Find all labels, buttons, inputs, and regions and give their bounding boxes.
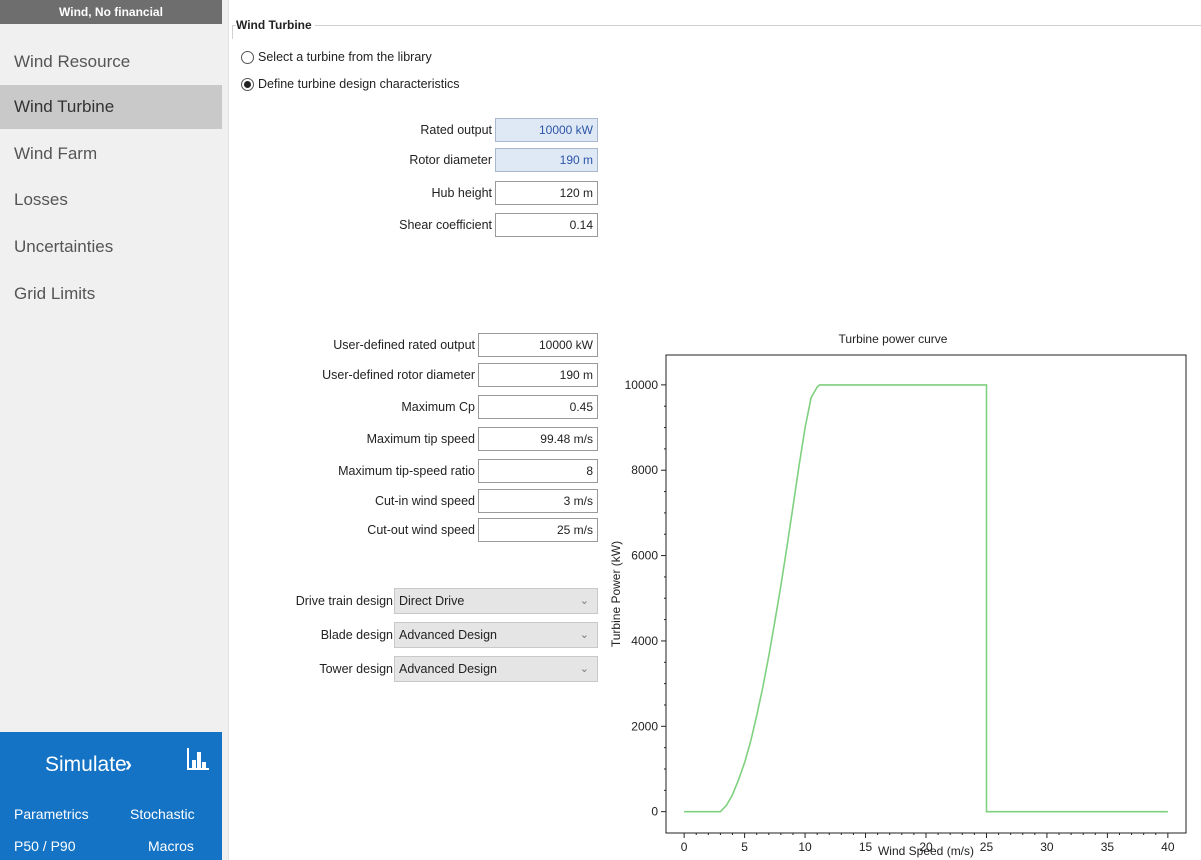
- maximum-tip-speed-ratio-label: Maximum tip-speed ratio: [338, 464, 475, 478]
- power-curve-line: [684, 384, 1168, 813]
- y-axis-label: Turbine Power (kW): [609, 541, 623, 647]
- x-tick-label: 0: [681, 840, 688, 854]
- y-tick-label: 0: [651, 805, 658, 819]
- plot-area: [665, 354, 1187, 834]
- radio-define-design[interactable]: Define turbine design characteristics: [241, 77, 460, 91]
- radio-button[interactable]: [241, 50, 254, 64]
- x-tick-label: 15: [859, 840, 873, 854]
- rated-output-field[interactable]: 10000 kW: [495, 118, 598, 142]
- user-rotor-diameter-field[interactable]: 190 m: [478, 363, 598, 387]
- blade-design-value: Advanced Design: [399, 628, 497, 642]
- stochastic-link[interactable]: Stochastic: [130, 804, 195, 824]
- bar-chart-icon[interactable]: [185, 746, 211, 772]
- user-rated-output-field[interactable]: 10000 kW: [478, 333, 598, 357]
- rotor-diameter-field[interactable]: 190 m: [495, 148, 598, 172]
- blade-design-label: Blade design: [320, 628, 393, 642]
- x-tick-label: 5: [741, 840, 748, 854]
- radio-select-library[interactable]: Select a turbine from the library: [241, 50, 432, 64]
- x-tick-label: 25: [980, 840, 994, 854]
- radio-select-library-label: Select a turbine from the library: [258, 50, 432, 64]
- group-border-left: [232, 25, 233, 39]
- maximum-tip-speed-field[interactable]: 99.48 m/s: [478, 427, 598, 451]
- maximum-cp-field[interactable]: 0.45: [478, 395, 598, 419]
- maximum-cp-label: Maximum Cp: [401, 400, 475, 414]
- group-title: Wind Turbine: [236, 18, 315, 32]
- parametrics-link[interactable]: Parametrics: [14, 804, 89, 824]
- chart-title: Turbine power curve: [839, 332, 948, 346]
- user-rated-output-label: User-defined rated output: [333, 338, 475, 352]
- y-axis: 0 2000 4000 6000 8000 10000: [625, 378, 666, 819]
- rotor-diameter-label: Rotor diameter: [409, 153, 492, 167]
- simulate-label: Simulate: [45, 753, 127, 776]
- nav-item-grid-limits[interactable]: Grid Limits: [0, 272, 222, 316]
- nav-item-wind-resource[interactable]: Wind Resource: [0, 40, 222, 84]
- y-tick-label: 8000: [631, 463, 658, 477]
- y-tick-label: 2000: [631, 719, 658, 733]
- configuration-title[interactable]: Wind, No financial: [0, 0, 222, 24]
- chevron-right-icon: ›: [125, 753, 132, 776]
- x-tick-label: 35: [1101, 840, 1115, 854]
- y-tick-label: 10000: [625, 378, 659, 392]
- cut-in-wind-speed-field[interactable]: 3 m/s: [478, 489, 598, 513]
- hub-height-field[interactable]: 120 m: [495, 181, 598, 205]
- macros-link[interactable]: Macros: [148, 836, 194, 856]
- hub-height-label: Hub height: [431, 186, 492, 200]
- x-tick-label: 10: [798, 840, 812, 854]
- chevron-down-icon: ⌄: [579, 663, 589, 675]
- chevron-down-icon: ⌄: [579, 629, 589, 641]
- blade-design-select[interactable]: Advanced Design ⌄: [394, 622, 598, 648]
- drive-train-design-value: Direct Drive: [399, 594, 465, 608]
- turbine-power-curve-chart: Turbine power curve 0 5 10 15 20 25 30 35 40 020…: [609, 332, 1187, 858]
- p50-p90-link[interactable]: P50 / P90: [14, 836, 76, 856]
- cut-in-wind-speed-label: Cut-in wind speed: [374, 494, 475, 508]
- tower-design-label: Tower design: [319, 662, 393, 676]
- nav-item-uncertainties[interactable]: Uncertainties: [0, 225, 222, 269]
- y-tick-label: 4000: [631, 634, 658, 648]
- chevron-down-icon: ⌄: [579, 595, 589, 607]
- simulation-panel: Simulate › Parametrics Stochastic P50 / …: [0, 732, 222, 860]
- user-rotor-diameter-label: User-defined rotor diameter: [322, 368, 475, 382]
- tower-design-value: Advanced Design: [399, 662, 497, 676]
- cut-out-wind-speed-label: Cut-out wind speed: [367, 523, 475, 537]
- cut-out-wind-speed-field[interactable]: 25 m/s: [478, 518, 598, 542]
- tower-design-select[interactable]: Advanced Design ⌄: [394, 656, 598, 682]
- shear-coefficient-label: Shear coefficient: [399, 218, 492, 232]
- maximum-tip-speed-ratio-field[interactable]: 8: [478, 459, 598, 483]
- maximum-tip-speed-label: Maximum tip speed: [366, 432, 475, 446]
- rated-output-label: Rated output: [420, 123, 492, 137]
- y-tick-label: 6000: [631, 549, 658, 563]
- nav-item-losses[interactable]: Losses: [0, 178, 222, 222]
- drive-train-design-label: Drive train design: [295, 594, 393, 608]
- radio-define-design-label: Define turbine design characteristics: [258, 77, 460, 91]
- shear-coefficient-field[interactable]: 0.14: [495, 213, 598, 237]
- sidebar: Wind, No financial Wind Resource Wind Tu…: [0, 0, 229, 860]
- x-axis-label: Wind Speed (m/s): [878, 844, 974, 858]
- nav-item-wind-turbine[interactable]: Wind Turbine: [0, 85, 222, 129]
- radio-button-checked[interactable]: [241, 77, 254, 91]
- x-tick-label: 30: [1040, 840, 1054, 854]
- nav-item-wind-farm[interactable]: Wind Farm: [0, 132, 222, 176]
- x-tick-label: 40: [1161, 840, 1175, 854]
- drive-train-design-select[interactable]: Direct Drive ⌄: [394, 588, 598, 614]
- group-border: [232, 25, 1201, 26]
